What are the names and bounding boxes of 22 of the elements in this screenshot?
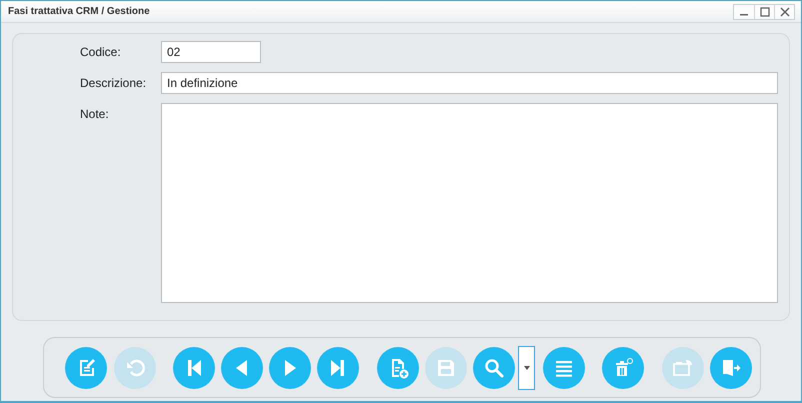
maximize-icon	[760, 6, 770, 16]
input-field[interactable]: 02	[161, 41, 261, 63]
window-title: Fasi trattativa CRM / Gestione	[7, 5, 150, 19]
toolbar-button[interactable]	[173, 346, 215, 388]
close-icon	[780, 6, 790, 16]
field-label: Codice:	[80, 44, 122, 61]
notes-field[interactable]	[161, 103, 778, 303]
dropdown-button[interactable]	[518, 346, 535, 390]
toolbar-button[interactable]	[269, 346, 311, 388]
caret-icon	[524, 366, 530, 370]
field-label: Descrizione:	[80, 75, 148, 92]
toolbar-button[interactable]	[65, 346, 107, 388]
toolbar-button[interactable]	[602, 346, 644, 388]
input-field[interactable]: In definizione	[161, 72, 778, 94]
toolbar-button[interactable]	[543, 346, 585, 388]
field-label: Note:	[80, 106, 110, 123]
toolbar-button[interactable]	[377, 346, 419, 388]
toolbar-button[interactable]	[221, 346, 263, 388]
minimize-icon	[740, 14, 748, 16]
toolbar-button[interactable]	[473, 346, 515, 388]
toolbar-button[interactable]	[710, 346, 752, 388]
toolbar-button[interactable]	[317, 346, 359, 388]
